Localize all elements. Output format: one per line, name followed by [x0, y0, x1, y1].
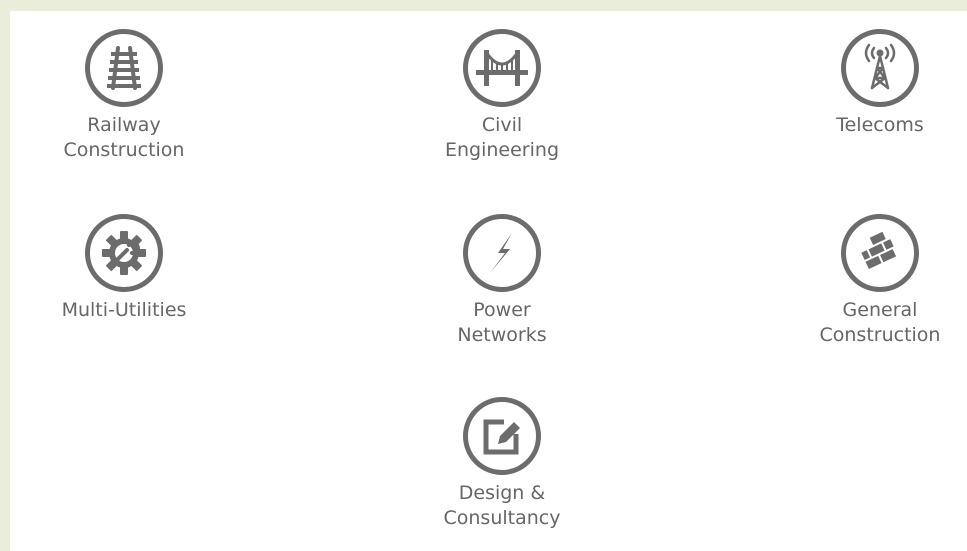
- service-label: Design & Consultancy: [443, 482, 561, 529]
- service-design-consultancy[interactable]: Design & Consultancy: [402, 397, 602, 531]
- service-multi-utilities[interactable]: Multi-Utilities: [24, 214, 224, 323]
- service-general-construction[interactable]: General Construction: [780, 214, 967, 348]
- service-railway-construction[interactable]: Railway Construction: [24, 29, 224, 163]
- service-label: General Construction: [819, 299, 941, 346]
- service-telecoms[interactable]: Telecoms: [780, 29, 967, 138]
- railway-icon: [85, 29, 163, 107]
- edit-icon: [463, 397, 541, 475]
- bricks-icon: [841, 214, 919, 292]
- service-power-networks[interactable]: Power Networks: [402, 214, 602, 348]
- service-label: Power Networks: [457, 299, 547, 346]
- lightning-icon: [463, 214, 541, 292]
- service-label: Telecoms: [836, 114, 924, 136]
- gear-wrench-icon: [85, 214, 163, 292]
- services-panel: Railway Construction Civil Engineering T…: [10, 11, 967, 551]
- service-label: Civil Engineering: [445, 114, 559, 161]
- bridge-icon: [463, 29, 541, 107]
- service-civil-engineering[interactable]: Civil Engineering: [402, 29, 602, 163]
- telecom-tower-icon: [841, 29, 919, 107]
- service-label: Railway Construction: [63, 114, 185, 161]
- service-label: Multi-Utilities: [61, 299, 187, 321]
